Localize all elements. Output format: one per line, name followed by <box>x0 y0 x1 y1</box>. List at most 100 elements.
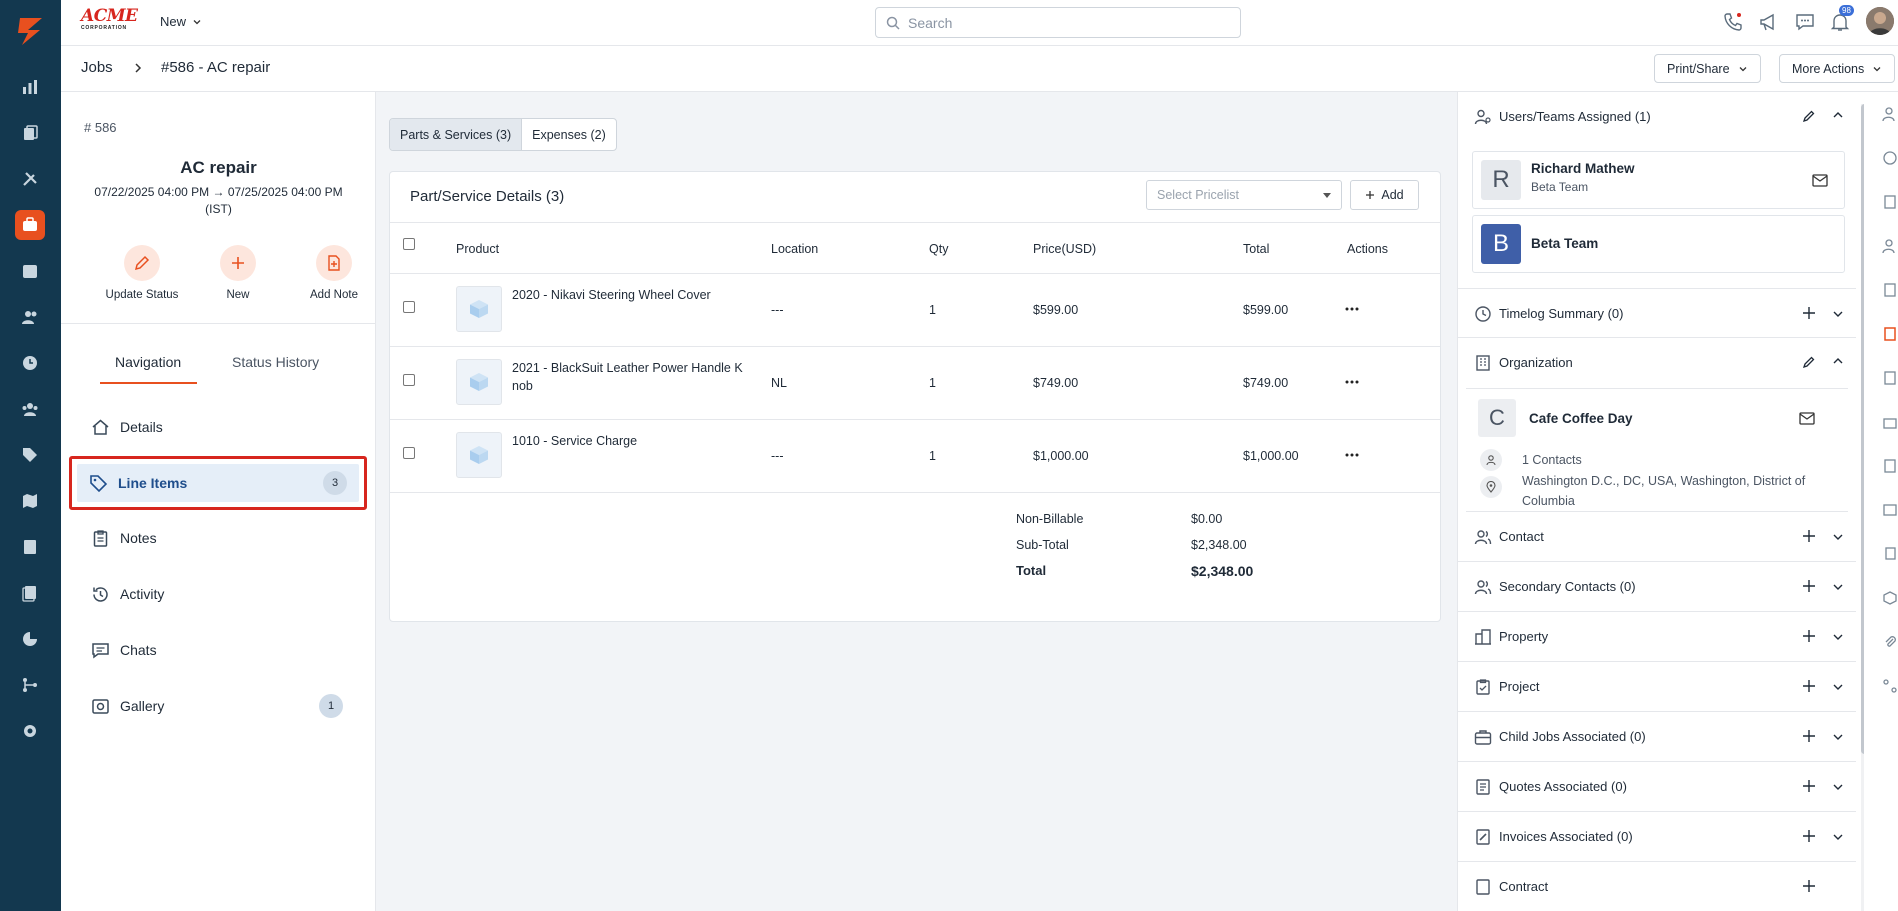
cube-icon[interactable] <box>1882 590 1898 606</box>
megaphone-icon[interactable] <box>1758 11 1780 33</box>
contact-icon[interactable] <box>1882 238 1898 254</box>
reports-pie-icon[interactable] <box>15 624 45 654</box>
chevron-down-icon[interactable] <box>1832 731 1844 743</box>
plus-icon[interactable] <box>1802 679 1816 693</box>
more-actions-icon[interactable] <box>1345 453 1359 457</box>
time-icon[interactable] <box>15 348 45 378</box>
user-assign-icon[interactable] <box>1882 106 1898 122</box>
chevron-down-icon[interactable] <box>1832 831 1844 843</box>
secondary-contacts-section[interactable]: Secondary Contacts (0) <box>1458 562 1856 612</box>
chevron-down-icon[interactable] <box>1832 781 1844 793</box>
invoice-icon-active[interactable] <box>1882 326 1898 342</box>
timelog-section[interactable]: Timelog Summary (0) <box>1458 288 1856 338</box>
notifications-button[interactable]: 98 <box>1829 5 1854 33</box>
nav-item-details[interactable]: Details <box>91 409 343 445</box>
select-all-checkbox[interactable] <box>403 238 415 250</box>
chevron-down-icon[interactable] <box>1832 631 1844 643</box>
checklist-icon[interactable] <box>1882 370 1898 386</box>
team-icon[interactable] <box>15 394 45 424</box>
workflow-icon[interactable] <box>15 670 45 700</box>
add-line-item-button[interactable]: Add <box>1350 180 1419 210</box>
add-note-button[interactable]: Add Note <box>294 245 374 301</box>
property-section[interactable]: Property <box>1458 612 1856 662</box>
tag-icon[interactable] <box>15 440 45 470</box>
document-icon[interactable] <box>1882 282 1898 298</box>
users-teams-section[interactable]: Users/Teams Assigned (1) <box>1458 92 1856 142</box>
plus-icon[interactable] <box>1802 629 1816 643</box>
table-row[interactable]: 2020 - Nikavi Steering Wheel Cover --- 1… <box>390 274 1440 347</box>
new-action-button[interactable]: New <box>198 245 278 301</box>
nav-item-line-items[interactable]: Line Items 3 <box>69 456 367 510</box>
company-logo[interactable]: ACME CORPORATION <box>81 8 139 34</box>
tab-expenses[interactable]: Expenses (2) <box>522 119 616 150</box>
plus-icon[interactable] <box>1802 729 1816 743</box>
briefcase-icon[interactable] <box>1882 414 1898 430</box>
image-icon[interactable] <box>1882 502 1898 518</box>
organization-section[interactable]: Organization <box>1458 338 1856 388</box>
clock-icon[interactable] <box>1882 150 1898 166</box>
plus-icon[interactable] <box>1802 306 1816 320</box>
edit-pencil-icon[interactable] <box>1802 355 1816 369</box>
more-actions-icon[interactable] <box>1345 380 1359 384</box>
tab-status-history[interactable]: Status History <box>232 354 319 370</box>
row-checkbox[interactable] <box>403 301 415 313</box>
quotes-section[interactable]: Quotes Associated (0) <box>1458 762 1856 812</box>
more-actions-icon[interactable] <box>1345 307 1359 311</box>
chevron-down-icon[interactable] <box>1832 681 1844 693</box>
documents-icon[interactable] <box>15 118 45 148</box>
map-icon[interactable] <box>15 486 45 516</box>
invoice-icon[interactable] <box>15 532 45 562</box>
product-name[interactable]: 1010 - Service Charge <box>512 432 747 450</box>
plus-icon[interactable] <box>1802 779 1816 793</box>
mail-icon[interactable] <box>1799 412 1815 425</box>
attachment-icon[interactable] <box>1882 634 1898 650</box>
files-icon[interactable] <box>15 578 45 608</box>
org-name[interactable]: Cafe Coffee Day <box>1529 411 1633 426</box>
plus-icon[interactable] <box>1802 579 1816 593</box>
nav-item-notes[interactable]: Notes <box>91 520 343 556</box>
table-row[interactable]: 1010 - Service Charge --- 1 $1,000.00 $1… <box>390 420 1440 493</box>
project-section[interactable]: Project <box>1458 662 1856 712</box>
invoices-section[interactable]: Invoices Associated (0) <box>1458 812 1856 862</box>
edit-pencil-icon[interactable] <box>1802 109 1816 123</box>
app-logo-icon[interactable] <box>14 14 48 48</box>
settings-gear-icon[interactable] <box>15 716 45 746</box>
jobs-icon[interactable] <box>15 210 45 240</box>
chevron-up-icon[interactable] <box>1832 355 1844 367</box>
user-avatar[interactable] <box>1866 7 1894 35</box>
chat-bubble-icon[interactable] <box>1794 11 1816 33</box>
more-actions-button[interactable]: More Actions <box>1779 54 1896 83</box>
copy-icon[interactable] <box>1882 546 1898 562</box>
table-row[interactable]: 2021 - BlackSuit Leather Power Handle K … <box>390 347 1440 420</box>
workflow-icon[interactable] <box>1882 678 1898 694</box>
contacts-icon[interactable] <box>15 302 45 332</box>
breadcrumb-jobs-link[interactable]: Jobs <box>81 59 113 76</box>
org-contacts-count[interactable]: 1 Contacts <box>1522 450 1582 470</box>
dashboard-icon[interactable] <box>15 72 45 102</box>
phone-icon[interactable] <box>1722 11 1744 33</box>
new-dropdown[interactable]: New <box>160 14 202 29</box>
pricelist-select[interactable]: Select Pricelist <box>1146 180 1342 210</box>
nav-item-chats[interactable]: Chats <box>91 632 343 668</box>
chevron-down-icon[interactable] <box>1832 308 1844 320</box>
child-jobs-section[interactable]: Child Jobs Associated (0) <box>1458 712 1856 762</box>
tab-navigation[interactable]: Navigation <box>115 354 181 370</box>
mail-icon[interactable] <box>1812 174 1828 187</box>
nav-item-activity[interactable]: Activity <box>91 576 343 612</box>
assigned-team-card[interactable]: B Beta Team <box>1472 215 1845 273</box>
quote-icon[interactable] <box>1882 458 1898 474</box>
product-name[interactable]: 2021 - BlackSuit Leather Power Handle K … <box>512 359 747 395</box>
row-checkbox[interactable] <box>403 447 415 459</box>
nav-item-gallery[interactable]: Gallery 1 <box>91 688 343 724</box>
search-input[interactable]: Search <box>875 7 1241 38</box>
tools-icon[interactable] <box>15 164 45 194</box>
calendar-icon[interactable] <box>15 256 45 286</box>
building-icon[interactable] <box>1882 194 1898 210</box>
tab-parts-services[interactable]: Parts & Services (3) <box>390 119 523 150</box>
contract-section[interactable]: Contract <box>1458 862 1856 911</box>
chevron-up-icon[interactable] <box>1832 109 1844 121</box>
plus-icon[interactable] <box>1802 529 1816 543</box>
row-checkbox[interactable] <box>403 374 415 386</box>
contact-section[interactable]: Contact <box>1458 512 1856 562</box>
print-share-button[interactable]: Print/Share <box>1654 54 1761 83</box>
